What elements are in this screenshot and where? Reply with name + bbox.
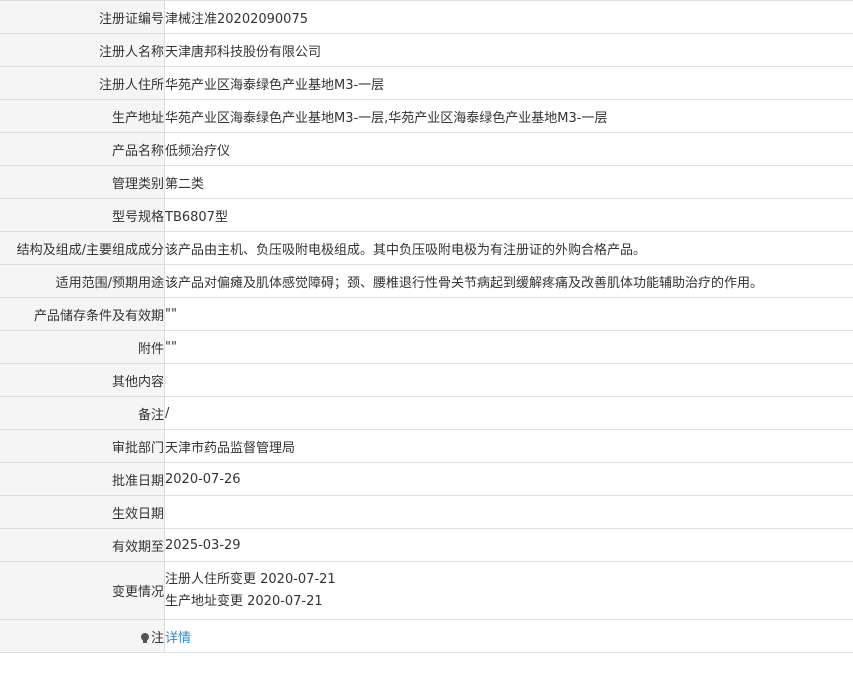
field-label: 生效日期 [0,495,165,529]
table-row: 生产地址 华苑产业区海泰绿色产业基地M3-一层,华苑产业区海泰绿色产业基地M3-… [0,99,853,133]
table-row: 适用范围/预期用途 该产品对偏瘫及肌体感觉障碍；颈、腰椎退行性骨关节病起到缓解疼… [0,264,853,298]
table-row: 备注 / [0,396,853,430]
change-history-value: 注册人住所变更 2020-07-21 生产地址变更 2020-07-21 [164,561,853,620]
field-value: 2025-03-29 [164,528,853,562]
field-value: 该产品对偏瘫及肌体感觉障碍；颈、腰椎退行性骨关节病起到缓解疼痛及改善肌体功能辅助… [164,264,853,298]
field-value: "" [164,297,853,331]
field-label: 注册人名称 [0,33,165,67]
field-label: 注册人住所 [0,66,165,100]
lightbulb-icon [140,632,149,643]
table-row: 产品名称 低频治疗仪 [0,132,853,166]
field-label: 管理类别 [0,165,165,199]
table-row: 注册人名称 天津唐邦科技股份有限公司 [0,33,853,67]
field-label: 型号规格 [0,198,165,232]
table-row: 有效期至 2025-03-29 [0,528,853,562]
table-row: 生效日期 [0,495,853,529]
field-value: 第二类 [164,165,853,199]
field-value: / [164,396,853,430]
field-value: 低频治疗仪 [164,132,853,166]
table-row: 审批部门 天津市药品监督管理局 [0,429,853,463]
field-value: TB6807型 [164,198,853,232]
note-value: 详情 [164,619,853,653]
registration-detail-table: 注册证编号 津械注准20202090075 注册人名称 天津唐邦科技股份有限公司… [0,0,853,653]
field-value: 华苑产业区海泰绿色产业基地M3-一层 [164,66,853,100]
field-label: 结构及组成/主要组成成分 [0,231,165,265]
field-value: 天津市药品监督管理局 [164,429,853,463]
table-row: 产品储存条件及有效期 "" [0,297,853,331]
table-row: 其他内容 [0,363,853,397]
change-history-row: 变更情况 注册人住所变更 2020-07-21 生产地址变更 2020-07-2… [0,561,853,620]
change-entry: 生产地址变更 2020-07-21 [165,593,323,609]
details-link[interactable]: 详情 [166,631,192,646]
table-row: 注册证编号 津械注准20202090075 [0,0,853,34]
field-label: 附件 [0,330,165,364]
note-label: 注 [0,619,165,653]
table-row: 结构及组成/主要组成成分 该产品由主机、负压吸附电极组成。其中负压吸附电极为有注… [0,231,853,265]
table-row: 型号规格 TB6807型 [0,198,853,232]
field-label: 变更情况 [0,561,165,620]
field-value: 天津唐邦科技股份有限公司 [164,33,853,67]
field-label: 注册证编号 [0,0,165,34]
field-label: 生产地址 [0,99,165,133]
field-value [164,495,853,529]
field-label: 适用范围/预期用途 [0,264,165,298]
field-value: 该产品由主机、负压吸附电极组成。其中负压吸附电极为有注册证的外购合格产品。 [164,231,853,265]
table-row: 批准日期 2020-07-26 [0,462,853,496]
field-label: 产品名称 [0,132,165,166]
field-value: "" [164,330,853,364]
field-value [164,363,853,397]
table-row: 注册人住所 华苑产业区海泰绿色产业基地M3-一层 [0,66,853,100]
change-entry: 注册人住所变更 2020-07-21 [165,571,336,587]
field-label: 有效期至 [0,528,165,562]
field-label: 产品储存条件及有效期 [0,297,165,331]
field-value: 津械注准20202090075 [164,0,853,34]
table-row: 附件 "" [0,330,853,364]
table-row: 管理类别 第二类 [0,165,853,199]
field-value: 2020-07-26 [164,462,853,496]
field-label: 备注 [0,396,165,430]
field-label: 审批部门 [0,429,165,463]
note-row: 注 详情 [0,619,853,653]
field-value: 华苑产业区海泰绿色产业基地M3-一层,华苑产业区海泰绿色产业基地M3-一层 [164,99,853,133]
field-label: 其他内容 [0,363,165,397]
field-label: 批准日期 [0,462,165,496]
